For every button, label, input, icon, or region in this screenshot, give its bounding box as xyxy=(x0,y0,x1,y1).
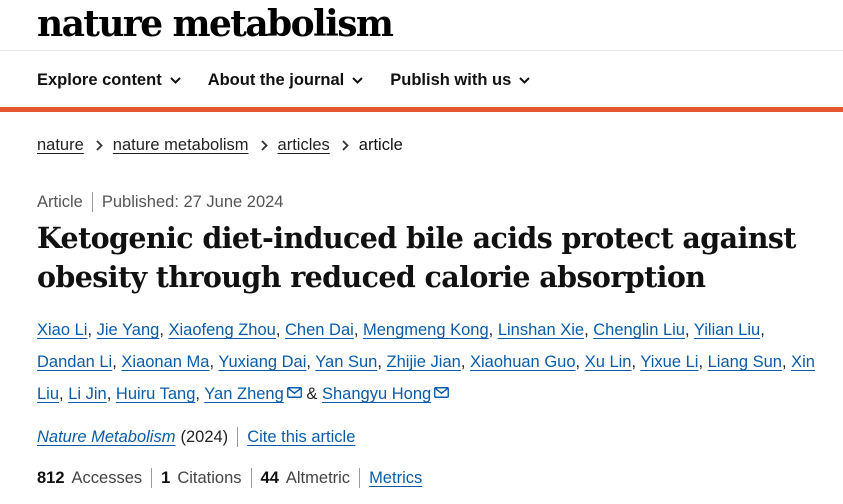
meta-divider xyxy=(91,192,93,212)
breadcrumb-articles[interactable]: articles xyxy=(278,133,330,157)
journal-link[interactable]: Nature Metabolism xyxy=(37,425,175,449)
nav-about-the-journal[interactable]: About the journal xyxy=(208,68,364,92)
accent-bar xyxy=(0,107,843,112)
author-link[interactable]: Yan Zheng xyxy=(204,385,284,403)
altmetric-label: Altmetric xyxy=(285,469,351,487)
author-link[interactable]: Huiru Tang xyxy=(116,385,196,403)
chevron-down-icon xyxy=(169,76,181,84)
author-link[interactable]: Yixue Li xyxy=(640,353,698,371)
author-link[interactable]: Chenglin Liu xyxy=(593,321,685,339)
author-link[interactable]: Xiaohuan Guo xyxy=(470,353,576,371)
author-ampersand: & xyxy=(306,385,318,403)
breadcrumb-nature-metabolism[interactable]: nature metabolism xyxy=(113,133,249,157)
nav-publish-with-us[interactable]: Publish with us xyxy=(390,68,530,92)
author-link[interactable]: Dandan Li xyxy=(37,353,112,371)
author-link[interactable]: Xu Lin xyxy=(585,353,632,371)
article-type: Article xyxy=(37,193,83,211)
article-meta: Article Published: 27 June 2024 xyxy=(37,190,284,214)
nav-item-label: Explore content xyxy=(37,71,162,89)
author-link[interactable]: Jie Yang xyxy=(97,321,160,339)
author-link[interactable]: Liang Sun xyxy=(708,353,782,371)
author-link[interactable]: Chen Dai xyxy=(285,321,354,339)
citation-divider xyxy=(237,427,239,447)
author-link[interactable]: Xiaonan Ma xyxy=(121,353,209,371)
breadcrumb: nature nature metabolism articles articl… xyxy=(37,133,403,157)
nav-item-label: About the journal xyxy=(207,71,345,89)
author-link[interactable]: Yan Sun xyxy=(315,353,377,371)
author-link[interactable]: Li Jin xyxy=(68,385,107,403)
author-link[interactable]: Xiao Li xyxy=(37,321,87,339)
citations-count: 1 xyxy=(161,469,171,487)
accesses-count: 812 xyxy=(37,469,65,487)
site-logo[interactable]: nature metabolism xyxy=(37,2,394,46)
metrics-link[interactable]: Metrics xyxy=(369,466,422,490)
nav-item-label: Publish with us xyxy=(390,71,512,89)
author-link[interactable]: Yilian Liu xyxy=(694,321,760,339)
metrics-divider xyxy=(250,468,252,488)
metrics-divider xyxy=(151,468,153,488)
chevron-right-icon xyxy=(260,139,268,151)
chevron-down-icon xyxy=(519,76,530,84)
accesses-label: Accesses xyxy=(71,469,143,487)
publication-year: (2024) xyxy=(180,428,229,446)
envelope-icon[interactable] xyxy=(434,387,450,398)
chevron-down-icon xyxy=(352,76,363,84)
author-link[interactable]: Zhijie Jian xyxy=(387,353,461,371)
chevron-right-icon xyxy=(96,139,103,151)
article-title: Ketogenic diet-induced bile acids protec… xyxy=(37,221,796,294)
author-link[interactable]: Mengmeng Kong xyxy=(363,321,489,339)
chevron-right-icon xyxy=(342,139,349,151)
author-link[interactable]: Xiaofeng Zhou xyxy=(169,321,276,339)
main-nav: Explore content About the journal Publis… xyxy=(37,68,557,92)
author-list: Xiao Li, Jie Yang, Xiaofeng Zhou, Chen D… xyxy=(37,321,815,403)
breadcrumb-nature[interactable]: nature xyxy=(37,133,84,157)
author-link[interactable]: Linshan Xie xyxy=(498,321,584,339)
envelope-icon[interactable] xyxy=(286,387,302,398)
site-header: nature metabolism xyxy=(0,0,843,52)
breadcrumb-current: article xyxy=(358,136,403,154)
author-link[interactable]: Shangyu Hong xyxy=(322,385,431,403)
metrics-divider xyxy=(359,468,361,488)
header-divider xyxy=(0,50,843,51)
citation-line: Nature Metabolism (2024) Cite this artic… xyxy=(37,425,355,449)
published-date: Published: 27 June 2024 xyxy=(101,193,284,211)
author-link[interactable]: Yuxiang Dai xyxy=(218,353,306,371)
article-metrics: 812 Accesses 1 Citations 44 Altmetric Me… xyxy=(37,466,422,490)
nav-explore-content[interactable]: Explore content xyxy=(37,68,181,92)
citations-label: Citations xyxy=(177,469,242,487)
altmetric-score: 44 xyxy=(260,469,279,487)
cite-this-article-link[interactable]: Cite this article xyxy=(247,425,355,449)
